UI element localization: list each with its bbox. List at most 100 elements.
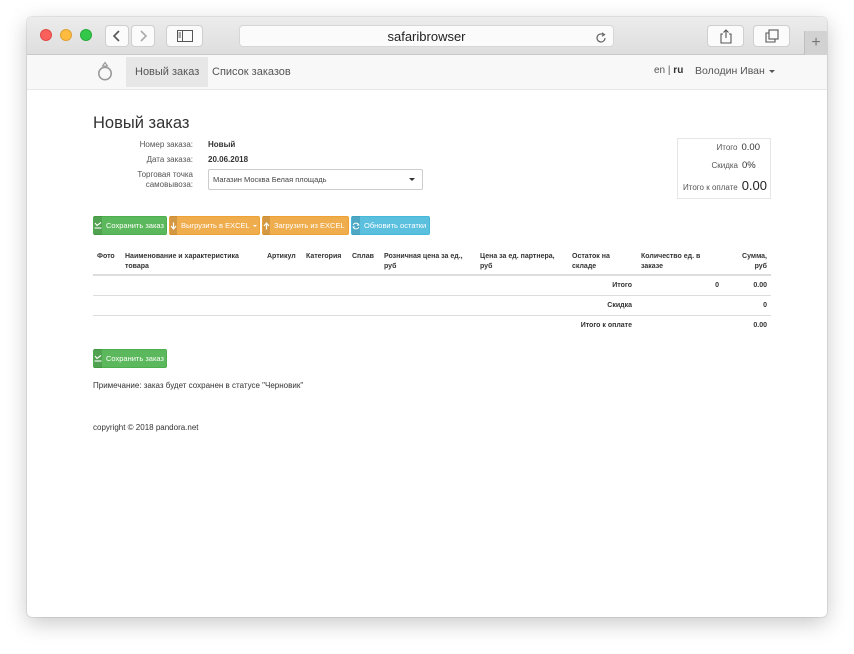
totals-discount-row: Скидка 0% (676, 160, 770, 171)
col-name-line1: Наименование и характеристика (125, 253, 239, 260)
totals-payable-row: Итого к оплате 0.00 (676, 178, 770, 193)
col-sum-line2: руб (754, 263, 767, 270)
col-quantity: Количество ед. в заказе (641, 252, 700, 272)
close-window-button[interactable] (40, 29, 52, 41)
user-name: Володин Иван (695, 65, 765, 77)
pickup-label-line1: Торговая точка (137, 170, 193, 179)
col-photo: Фото (97, 253, 115, 260)
col-name-line2: товара (125, 263, 149, 270)
import-excel-label: Загрузить из EXCEL (274, 221, 345, 230)
export-excel-button[interactable]: Выгрузить в EXCEL (169, 216, 260, 235)
row-discount-sum: 0 (763, 302, 767, 309)
order-date-label: Дата заказа: (146, 155, 193, 164)
nav-new-order[interactable]: Новый заказ (126, 57, 209, 87)
check-icon (94, 216, 102, 235)
save-order-label: Сохранить заказ (106, 221, 164, 230)
caret-down-icon (252, 225, 257, 228)
language-switcher: en | ru (654, 65, 683, 76)
col-qty-line1: Количество ед. в (641, 253, 701, 260)
refresh-stock-label: Обновить остатки (364, 221, 427, 230)
pandora-logo[interactable] (97, 60, 113, 87)
totals-payable-value: 0.00 (741, 178, 767, 193)
save-order-bottom-button[interactable]: Сохранить заказ (93, 349, 167, 368)
sidebar-button[interactable] (166, 25, 203, 47)
pickup-point-label: Торговая точка самовывоза: (83, 170, 193, 190)
address-text: safaribrowser (387, 29, 466, 44)
pickup-point-value: Магазин Москва Белая площадь (213, 175, 327, 184)
lang-en-link[interactable]: en (654, 65, 665, 76)
lang-ru-link[interactable]: ru (673, 65, 683, 76)
check-icon (94, 349, 102, 368)
col-stock: Остаток на складе (572, 252, 610, 272)
save-order-bottom-label: Сохранить заказ (106, 354, 164, 363)
plus-icon: + (811, 34, 821, 51)
chevron-left-icon (112, 30, 120, 42)
minimize-window-button[interactable] (60, 29, 72, 41)
user-menu[interactable]: Володин Иван (695, 65, 775, 77)
import-excel-button[interactable]: Загрузить из EXCEL (262, 216, 349, 235)
copyright-footer: copyright © 2018 pandora.net (93, 423, 199, 432)
row-total-sum: 0.00 (753, 282, 767, 289)
col-sum: Сумма, руб (742, 252, 767, 272)
col-partner-price: Цена за ед. партнера, руб (480, 252, 555, 272)
row-total-qty: 0 (715, 282, 719, 289)
totals-total-value: 0.00 (741, 142, 761, 153)
order-number-label: Номер заказа: (139, 140, 193, 149)
back-button[interactable] (105, 25, 129, 47)
col-partner-line1: Цена за ед. партнера, (480, 253, 555, 260)
export-excel-label: Выгрузить в EXCEL (181, 221, 250, 230)
zoom-window-button[interactable] (80, 29, 92, 41)
pickup-label-line2: самовывоза: (145, 180, 193, 189)
col-qty-line2: заказе (641, 263, 664, 270)
col-partner-line2: руб (480, 263, 493, 270)
browser-window: safaribrowser + Новый заказ Список заказ… (27, 17, 827, 617)
row-discount-label: Скидка (607, 302, 632, 309)
order-number-value: Новый (208, 140, 236, 149)
browser-toolbar: safaribrowser + (27, 17, 827, 55)
order-date-value: 20.06.2018 (208, 155, 249, 164)
save-order-button[interactable]: Сохранить заказ (93, 216, 167, 235)
col-stock-line2: складе (572, 263, 597, 270)
lang-separator: | (667, 65, 671, 76)
sidebar-icon (176, 30, 193, 42)
totals-total-row: Итого 0.00 (676, 142, 770, 153)
table-header: Фото Наименование и характеристика товар… (93, 246, 771, 276)
tabs-icon (764, 29, 779, 43)
col-retail-line2: руб (384, 263, 397, 270)
page-title: Новый заказ (93, 114, 190, 132)
refresh-stock-button[interactable]: Обновить остатки (351, 216, 430, 235)
site-navbar: Новый заказ Список заказов en | ru Волод… (27, 55, 827, 90)
tabs-overview-button[interactable] (753, 25, 790, 47)
address-bar[interactable]: safaribrowser (239, 25, 614, 47)
row-total-label: Итого (612, 282, 632, 289)
upload-icon (263, 216, 270, 235)
totals-payable-label: Итого к оплате (683, 183, 738, 192)
table-row-total: Итого 0 0.00 (93, 276, 771, 296)
caret-down-icon (768, 69, 775, 73)
table-row-payable: Итого к оплате 0.00 (93, 316, 771, 336)
download-icon (170, 216, 177, 235)
col-retail-price: Розничная цена за ед., руб (384, 252, 463, 272)
row-payable-label: Итого к оплате (580, 322, 632, 329)
row-payable-sum: 0.00 (753, 322, 767, 329)
forward-button[interactable] (131, 25, 155, 47)
col-stock-line1: Остаток на (572, 253, 610, 260)
nav-order-list[interactable]: Список заказов (203, 57, 300, 87)
new-tab-button[interactable]: + (804, 31, 827, 55)
draft-status-note: Примечание: заказ будет сохранен в стату… (93, 381, 304, 390)
reload-icon[interactable] (595, 29, 607, 50)
totals-discount-value: 0% (742, 160, 756, 171)
col-retail-line1: Розничная цена за ед., (384, 253, 463, 260)
chevron-right-icon (140, 30, 148, 42)
share-icon (719, 28, 732, 44)
totals-panel: Итого 0.00 Скидка 0% Итого к оплате 0.00 (677, 138, 771, 199)
col-category: Категория (306, 253, 342, 260)
col-name: Наименование и характеристика товара (125, 252, 239, 272)
col-sum-line1: Сумма, (742, 253, 767, 260)
share-button[interactable] (707, 25, 744, 47)
col-alloy: Сплав (352, 253, 374, 260)
col-article: Артикул (267, 253, 296, 260)
pickup-point-select[interactable]: Магазин Москва Белая площадь (208, 169, 423, 190)
table-row-discount: Скидка 0 (93, 296, 771, 316)
refresh-icon (352, 216, 360, 235)
